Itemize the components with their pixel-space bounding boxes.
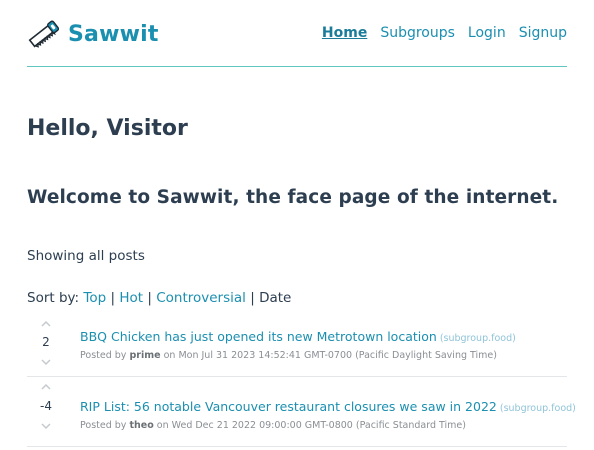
nav-home[interactable]: Home (322, 25, 367, 41)
upvote-icon[interactable] (40, 382, 52, 392)
sort-separator: | (147, 290, 152, 306)
nav-subgroups[interactable]: Subgroups (380, 25, 455, 41)
sort-prefix: Sort by: (27, 290, 80, 306)
post-score: 2 (42, 335, 50, 349)
posted-by-label: Posted by (80, 350, 127, 361)
post-item: -4 RIP List: 56 notable Vancouver restau… (27, 377, 576, 447)
post-subgroup-link[interactable]: (subgroup.food) (500, 403, 576, 414)
main-nav: Home Subgroups Login Signup (322, 25, 567, 41)
sort-date: Date (259, 290, 292, 306)
post-date: on Mon Jul 31 2023 14:52:41 GMT-0700 (Pa… (163, 350, 497, 361)
vote-controls: 2 (33, 315, 59, 375)
post-meta: Posted by theo on Wed Dec 21 2022 09:00:… (80, 420, 567, 431)
nav-signup[interactable]: Signup (519, 25, 567, 41)
showing-label: Showing all posts (27, 248, 145, 264)
post-content: RIP List: 56 notable Vancouver restauran… (80, 396, 576, 431)
post-author[interactable]: prime (129, 350, 160, 361)
post-date: on Wed Dec 21 2022 09:00:00 GMT-0800 (Pa… (156, 420, 466, 431)
posted-by-label: Posted by (80, 420, 127, 431)
greeting-heading: Hello, Visitor (27, 116, 188, 141)
sort-controversial[interactable]: Controversial (156, 290, 246, 306)
upvote-icon[interactable] (40, 319, 52, 329)
site-header: Sawwit Home Subgroups Login Signup (27, 17, 567, 67)
post-list: 2 BBQ Chicken has just opened its new Me… (27, 315, 576, 447)
nav-login[interactable]: Login (468, 25, 506, 41)
post-score: -4 (40, 399, 52, 413)
sort-separator: | (110, 290, 116, 306)
logo[interactable]: Sawwit (27, 17, 159, 51)
post-title-link[interactable]: BBQ Chicken has just opened its new Metr… (80, 329, 437, 344)
sort-top[interactable]: Top (83, 290, 106, 306)
sort-bar: Sort by: Top | Hot | Controversial | Dat… (27, 290, 291, 306)
brand-name[interactable]: Sawwit (68, 22, 159, 47)
post-content: BBQ Chicken has just opened its new Metr… (80, 326, 567, 361)
sort-separator: | (250, 290, 255, 306)
vote-controls: -4 (33, 377, 59, 437)
post-title-link[interactable]: RIP List: 56 notable Vancouver restauran… (80, 399, 497, 414)
downvote-icon[interactable] (40, 421, 52, 431)
post-author[interactable]: theo (129, 420, 153, 431)
saw-icon (27, 17, 61, 51)
downvote-icon[interactable] (40, 357, 52, 367)
post-meta: Posted by prime on Mon Jul 31 2023 14:52… (80, 350, 567, 361)
post-subgroup-link[interactable]: (subgroup.food) (440, 333, 516, 344)
post-item: 2 BBQ Chicken has just opened its new Me… (27, 315, 567, 377)
sort-hot[interactable]: Hot (119, 290, 143, 306)
welcome-heading: Welcome to Sawwit, the face page of the … (27, 187, 559, 208)
